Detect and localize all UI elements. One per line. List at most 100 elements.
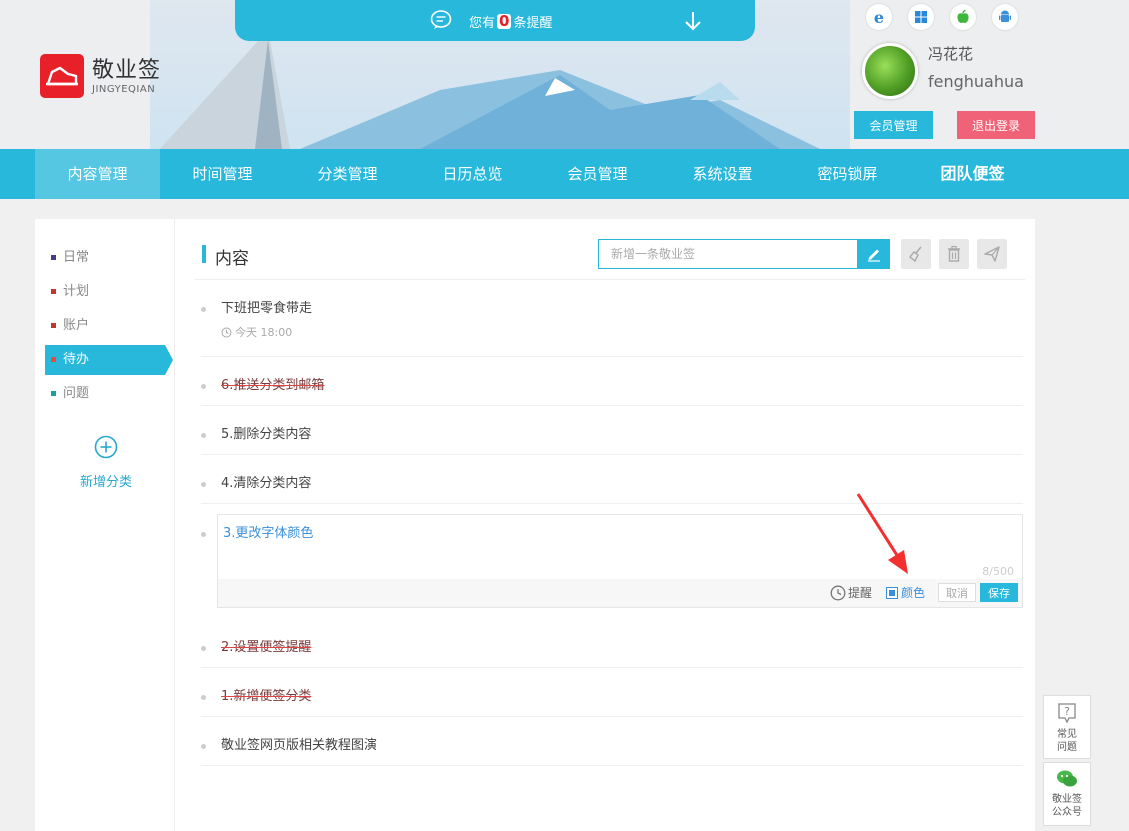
category-color-dot bbox=[51, 255, 56, 260]
windows-icon[interactable] bbox=[908, 4, 934, 30]
plus-circle-icon bbox=[94, 435, 118, 459]
category-issues[interactable]: 问题 bbox=[45, 379, 165, 409]
broom-icon bbox=[909, 246, 922, 263]
color-button[interactable]: 颜色 bbox=[886, 584, 925, 601]
logout-button[interactable]: 退出登录 bbox=[957, 111, 1035, 139]
question-icon: ? bbox=[1058, 703, 1076, 724]
note-item[interactable]: 5.删除分类内容 bbox=[201, 423, 1023, 455]
ie-icon[interactable]: e bbox=[866, 4, 892, 30]
reminder-prefix: 您有 bbox=[469, 16, 496, 31]
category-color-dot bbox=[51, 357, 56, 362]
note-item[interactable]: 敬业签网页版相关教程图演 bbox=[201, 734, 1023, 766]
send-button[interactable] bbox=[977, 239, 1007, 269]
note-bullet bbox=[201, 433, 206, 438]
category-label: 待办 bbox=[63, 352, 90, 367]
delete-button[interactable] bbox=[939, 239, 969, 269]
nav-member-management[interactable]: 会员管理 bbox=[535, 149, 660, 199]
note-bullet bbox=[201, 384, 206, 389]
content-title: 内容 bbox=[215, 249, 249, 269]
faq-label-2: 问题 bbox=[1057, 742, 1077, 753]
wechat-label-1: 敬业签 bbox=[1052, 794, 1082, 805]
category-account[interactable]: 账户 bbox=[45, 311, 165, 341]
wechat-icon bbox=[1057, 770, 1077, 787]
logo-english: JINGYEQIAN bbox=[92, 83, 156, 95]
nav-time-management[interactable]: 时间管理 bbox=[160, 149, 285, 199]
reminder-bar[interactable]: 您有 0 条提醒 bbox=[235, 0, 755, 41]
note-text: 1.新增便签分类 bbox=[221, 689, 312, 704]
clock-icon bbox=[830, 585, 846, 600]
add-category-label: 新增分类 bbox=[79, 475, 132, 490]
svg-text:?: ? bbox=[1064, 705, 1070, 718]
note-bullet bbox=[201, 307, 206, 312]
category-label: 账户 bbox=[63, 318, 90, 333]
add-note-button[interactable] bbox=[857, 239, 890, 269]
remind-button[interactable]: 提醒 bbox=[830, 584, 872, 601]
note-item[interactable]: 6.推送分类到邮箱 bbox=[201, 374, 1023, 406]
apple-icon[interactable] bbox=[950, 4, 976, 30]
category-plan[interactable]: 计划 bbox=[45, 277, 165, 307]
wechat-float-button[interactable]: 敬业签 公众号 bbox=[1043, 762, 1091, 826]
note-bullet bbox=[201, 744, 206, 749]
cancel-button[interactable]: 取消 bbox=[938, 583, 976, 602]
arrow-down-icon[interactable] bbox=[683, 10, 703, 32]
annotation-arrow-icon bbox=[856, 493, 908, 574]
category-todo[interactable]: 待办 bbox=[45, 345, 173, 375]
nav-content-management[interactable]: 内容管理 bbox=[35, 149, 160, 199]
char-count: 8/500 bbox=[982, 565, 1014, 578]
category-label: 日常 bbox=[63, 250, 90, 265]
category-color-dot bbox=[51, 323, 56, 328]
note-text: 敬业签网页版相关教程图演 bbox=[221, 738, 378, 753]
nav-calendar-overview[interactable]: 日历总览 bbox=[410, 149, 535, 199]
note-text: 2.设置便签提醒 bbox=[221, 640, 312, 655]
member-management-button[interactable]: 会员管理 bbox=[854, 111, 933, 139]
user-id: fenghuahua bbox=[928, 72, 1024, 91]
add-category-button[interactable]: 新增分类 bbox=[75, 435, 137, 490]
note-text: 5.删除分类内容 bbox=[221, 427, 312, 442]
category-label: 计划 bbox=[63, 284, 90, 299]
note-bullet bbox=[201, 695, 206, 700]
reminder-suffix: 条提醒 bbox=[513, 16, 553, 31]
logo-car-icon bbox=[46, 66, 78, 86]
color-label: 颜色 bbox=[901, 586, 926, 600]
paper-plane-icon bbox=[984, 246, 1000, 262]
color-swatch-icon bbox=[886, 586, 898, 599]
note-bullet bbox=[201, 482, 206, 487]
android-icon[interactable] bbox=[992, 4, 1018, 30]
save-button[interactable]: 保存 bbox=[980, 583, 1018, 602]
main-nav: 内容管理 时间管理 分类管理 日历总览 会员管理 系统设置 密码锁屏 团队便签 bbox=[0, 149, 1129, 199]
pencil-icon bbox=[867, 249, 880, 262]
nav-team-notes[interactable]: 团队便签 bbox=[910, 149, 1035, 199]
reminder-count: 0 bbox=[497, 12, 512, 30]
logo[interactable]: 敬业签 JINGYEQIAN bbox=[40, 54, 161, 98]
category-daily[interactable]: 日常 bbox=[45, 243, 165, 273]
wechat-label-2: 公众号 bbox=[1052, 807, 1082, 818]
category-color-dot bbox=[51, 391, 56, 396]
note-text: 6.推送分类到邮箱 bbox=[221, 378, 325, 393]
clear-button[interactable] bbox=[901, 239, 931, 269]
category-label: 问题 bbox=[63, 386, 90, 401]
note-text: 下班把零食带走 bbox=[221, 301, 313, 316]
nav-category-management[interactable]: 分类管理 bbox=[285, 149, 410, 199]
note-time: 今天 18:00 bbox=[221, 324, 292, 340]
trash-icon bbox=[948, 245, 960, 262]
title-divider bbox=[195, 279, 1025, 280]
new-note-input[interactable] bbox=[598, 239, 858, 269]
reminder-text: 您有 0 条提醒 bbox=[469, 12, 553, 32]
note-item[interactable]: 1.新增便签分类 bbox=[201, 685, 1023, 717]
nav-system-settings[interactable]: 系统设置 bbox=[660, 149, 785, 199]
remind-label: 提醒 bbox=[848, 586, 873, 600]
nav-password-lock[interactable]: 密码锁屏 bbox=[785, 149, 910, 199]
note-item[interactable]: 下班把零食带走 今天 18:00 bbox=[201, 297, 1023, 357]
note-item[interactable]: 2.设置便签提醒 bbox=[201, 636, 1023, 668]
note-bullet bbox=[201, 646, 206, 651]
avatar[interactable] bbox=[862, 43, 918, 99]
header: 您有 0 条提醒 敬业签 JINGYEQIAN e 冯花花 fenghuahua… bbox=[0, 0, 1129, 149]
note-text: 4.清除分类内容 bbox=[221, 476, 312, 491]
message-icon bbox=[430, 10, 452, 29]
category-color-dot bbox=[51, 289, 56, 294]
faq-float-button[interactable]: ? 常见 问题 bbox=[1043, 695, 1091, 759]
category-sidebar: 日常 计划 账户 待办 问题 新增分类 bbox=[35, 219, 175, 831]
logo-mark bbox=[40, 54, 84, 98]
note-bullet bbox=[201, 532, 206, 537]
editor-text[interactable]: 3.更改字体颜色 bbox=[223, 522, 313, 541]
